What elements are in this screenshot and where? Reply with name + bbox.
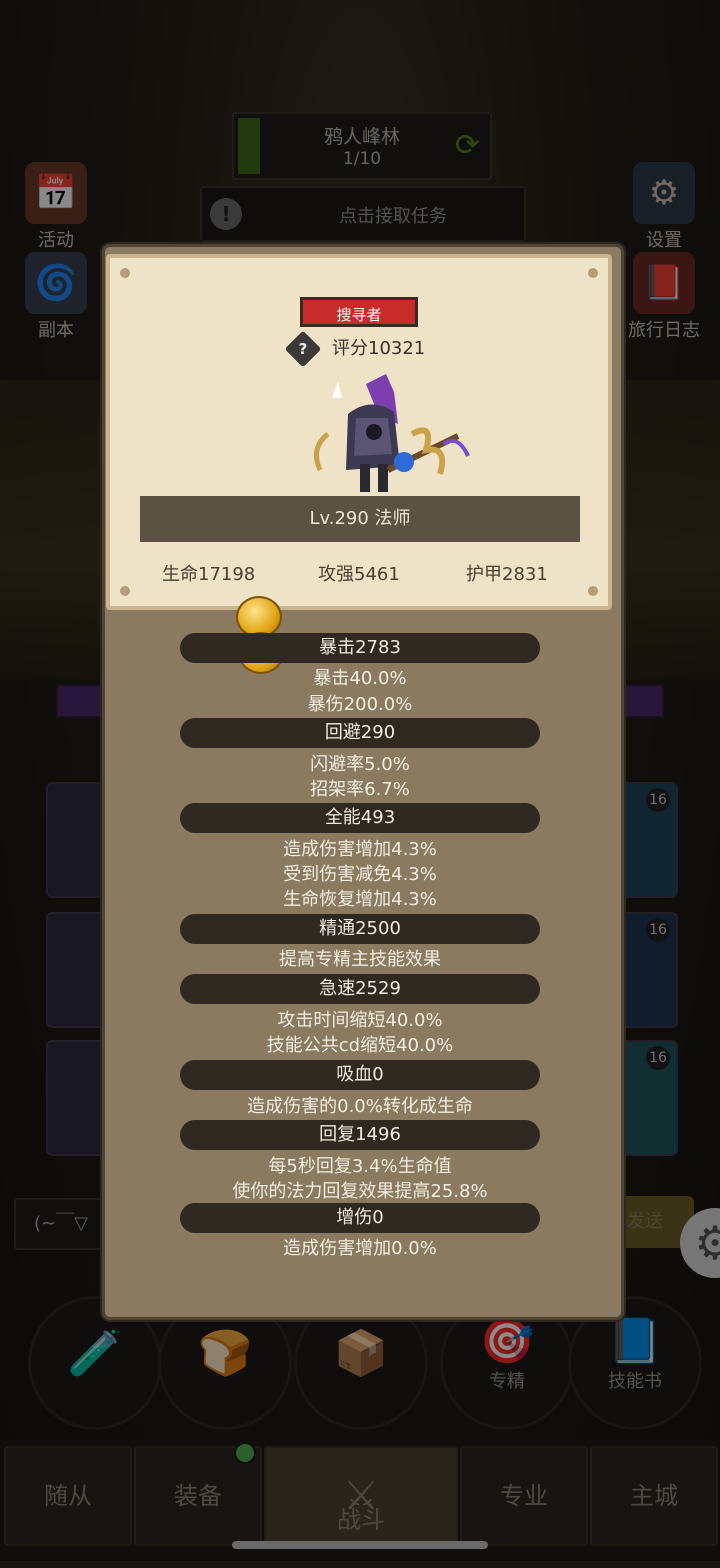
attr-dodge-header: 回避290 <box>180 718 540 748</box>
attr-regen-header: 回复1496 <box>180 1120 540 1150</box>
attr-line: 招架率6.7% <box>310 779 410 800</box>
attr-line: 造成伤害的0.0%转化成生命 <box>247 1096 473 1117</box>
attr-line: 闪避率5.0% <box>310 754 410 775</box>
attr-versatility-header: 全能493 <box>180 803 540 833</box>
attr-line: 暴击40.0% <box>313 668 407 689</box>
character-sprite <box>313 374 470 492</box>
attr-line: 生命恢复增加4.3% <box>283 889 437 910</box>
score-value: 评分10321 <box>332 338 426 359</box>
nail-icon <box>588 268 598 278</box>
hp-stat: 生命17198 <box>162 564 256 585</box>
attr-line: 使你的法力回复效果提高25.8% <box>232 1181 488 1202</box>
armor-stat: 护甲2831 <box>466 564 548 585</box>
attr-haste-header: 急速2529 <box>180 974 540 1004</box>
help-icon[interactable]: ? <box>284 330 322 368</box>
title-tag: 搜寻者 <box>300 297 418 327</box>
attr-mastery-header: 精通2500 <box>180 914 540 944</box>
attr-line: 造成伤害增加0.0% <box>283 1238 437 1259</box>
level-class-bar: Lv.290 法师 <box>140 496 580 542</box>
attr-crit-header: 暴击2783 <box>180 633 540 663</box>
attr-line: 每5秒回复3.4%生命值 <box>268 1156 452 1177</box>
attr-lifesteal-header: 吸血0 <box>180 1060 540 1090</box>
nail-icon <box>588 586 598 596</box>
attr-line: 受到伤害减免4.3% <box>283 864 437 885</box>
attack-stat: 攻强5461 <box>318 564 400 585</box>
attr-damage-bonus-header: 增伤0 <box>180 1203 540 1233</box>
attr-line: 技能公共cd缩短40.0% <box>266 1035 454 1056</box>
attr-line: 提高专精主技能效果 <box>279 949 441 970</box>
nail-icon <box>120 268 130 278</box>
attr-line: 暴伤200.0% <box>307 694 413 715</box>
nail-icon <box>120 586 130 596</box>
attr-line: 造成伤害增加4.3% <box>283 839 437 860</box>
attr-line: 攻击时间缩短40.0% <box>277 1010 443 1031</box>
